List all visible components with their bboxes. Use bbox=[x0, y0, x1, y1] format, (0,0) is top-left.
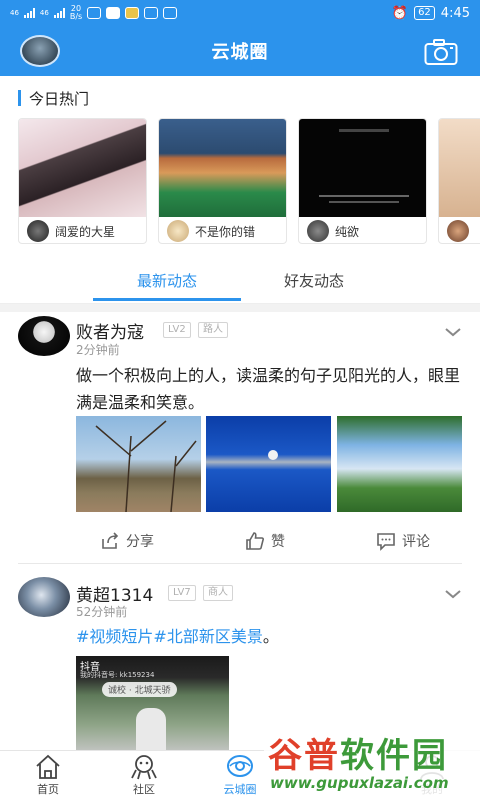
battery-icon: 62 bbox=[414, 6, 435, 20]
level-badge: LV2 bbox=[163, 322, 191, 338]
clock: 4:45 bbox=[440, 5, 470, 21]
post-time: 52分钟前 bbox=[76, 605, 128, 619]
moon-shape bbox=[268, 450, 278, 460]
tab-active-indicator bbox=[93, 298, 241, 301]
hot-card-avatar bbox=[167, 220, 189, 242]
share-icon bbox=[102, 532, 119, 549]
hot-section-title: 今日热门 bbox=[18, 88, 89, 108]
notification-app-icon bbox=[87, 7, 102, 19]
signal-1-icon bbox=[23, 8, 35, 18]
post-author-avatar[interactable] bbox=[18, 577, 70, 617]
status-bar: 46 46 20 B/s ⏰ 62 4:45 bbox=[0, 0, 480, 26]
notification-app-icon bbox=[144, 7, 159, 19]
signal-1-label: 46 bbox=[10, 9, 19, 17]
camera-icon[interactable] bbox=[424, 38, 458, 66]
post-text: #视频短片#北部新区美景。 bbox=[76, 627, 279, 646]
post-time: 2分钟前 bbox=[76, 343, 120, 357]
feed-post: 败者为寇 LV2 路人 2分钟前 做一个积极向上的人，读温柔的句子见阳光的人，眼… bbox=[0, 312, 480, 562]
hot-card-thumbnail bbox=[19, 119, 146, 217]
role-badge: 商人 bbox=[203, 585, 233, 601]
post-video[interactable]: 抖音 我的抖音号: kk159234 诚校 · 北城天骄 bbox=[76, 656, 229, 754]
hot-card-avatar bbox=[27, 220, 49, 242]
tab-friends[interactable]: 好友动态 bbox=[240, 258, 388, 302]
cloud-circle-icon bbox=[227, 755, 253, 777]
section-accent-bar bbox=[18, 90, 21, 106]
hot-card-thumbnail bbox=[299, 119, 426, 217]
nav-home[interactable]: 首页 bbox=[18, 753, 78, 799]
feed-tabs: 最新动态 好友动态 bbox=[0, 258, 480, 304]
like-button[interactable]: 赞 bbox=[245, 526, 285, 556]
alarm-icon: ⏰ bbox=[391, 5, 409, 21]
page-title: 云城圈 bbox=[211, 42, 269, 63]
hot-card[interactable] bbox=[438, 118, 480, 244]
community-icon bbox=[131, 755, 157, 780]
nav-community[interactable]: 社区 bbox=[114, 753, 174, 799]
post-image[interactable] bbox=[206, 416, 331, 512]
hot-carousel[interactable]: 阔爱的大星 不是你的错 纯欲 bbox=[18, 118, 480, 246]
hot-card-avatar bbox=[447, 220, 469, 242]
signal-2-icon bbox=[53, 8, 65, 18]
watermark-url: www.gupuxlazai.com bbox=[270, 774, 449, 792]
hot-card[interactable]: 不是你的错 bbox=[158, 118, 287, 244]
watermark-brand: 谷普软件园 bbox=[268, 728, 448, 777]
post-image[interactable] bbox=[76, 416, 201, 512]
topic-link[interactable]: #北部新区美景 bbox=[153, 627, 262, 646]
role-badge: 路人 bbox=[198, 322, 228, 338]
signal-2-label: 46 bbox=[39, 9, 49, 17]
app-header: 云城圈 bbox=[0, 26, 480, 76]
share-button[interactable]: 分享 bbox=[100, 526, 154, 556]
hot-title-label: 今日热门 bbox=[29, 89, 90, 108]
hot-card-name: 阔爱的大星 bbox=[55, 224, 116, 239]
thumbs-up-icon bbox=[246, 532, 264, 550]
site-watermark: 谷普软件园 www.gupuxlazai.com bbox=[264, 724, 480, 800]
video-figure bbox=[136, 708, 166, 754]
hot-card[interactable]: 纯欲 bbox=[298, 118, 427, 244]
notification-app-icon bbox=[163, 7, 178, 19]
hot-card-name: 不是你的错 bbox=[195, 224, 256, 239]
video-location: 诚校 · 北城天骄 bbox=[102, 682, 177, 697]
notification-app-icon bbox=[106, 7, 121, 19]
tree-branch-illustration bbox=[95, 420, 197, 512]
topic-link[interactable]: #视频短片 bbox=[76, 627, 153, 646]
nav-cloud-circle[interactable]: 云城圈 bbox=[210, 753, 270, 799]
tab-latest[interactable]: 最新动态 bbox=[93, 258, 241, 302]
post-text: 做一个积极向上的人，读温柔的句子见阳光的人，眼里满是温柔和笑意。 bbox=[76, 366, 461, 412]
user-avatar[interactable] bbox=[20, 35, 60, 67]
chevron-down-icon[interactable] bbox=[444, 326, 462, 338]
network-speed: 20 B/s bbox=[69, 4, 83, 21]
chevron-down-icon[interactable] bbox=[444, 588, 462, 600]
hot-card-name: 纯欲 bbox=[335, 224, 360, 239]
divider bbox=[0, 304, 480, 312]
hot-card-thumbnail bbox=[159, 119, 286, 217]
hot-card[interactable]: 阔爱的大星 bbox=[18, 118, 147, 244]
hot-card-thumbnail bbox=[439, 119, 480, 217]
post-image[interactable] bbox=[337, 416, 462, 512]
divider bbox=[18, 563, 462, 564]
post-actions: 分享 赞 评论 bbox=[100, 526, 430, 556]
level-badge: LV7 bbox=[168, 585, 196, 601]
post-author-name[interactable]: 败者为寇 bbox=[76, 318, 144, 343]
post-author-avatar[interactable] bbox=[18, 316, 70, 356]
comment-icon bbox=[377, 533, 395, 551]
video-account-id: 我的抖音号: kk159234 bbox=[80, 671, 155, 679]
notification-app-icon bbox=[125, 7, 140, 19]
comment-button[interactable]: 评论 bbox=[376, 526, 430, 556]
hot-card-avatar bbox=[307, 220, 329, 242]
home-icon bbox=[36, 754, 60, 779]
